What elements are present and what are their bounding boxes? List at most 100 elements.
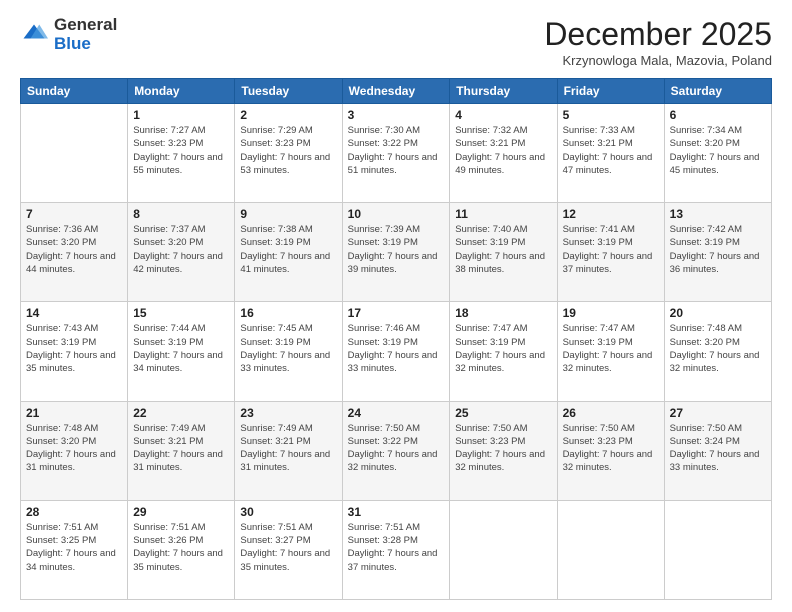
- logo-blue: Blue: [54, 35, 117, 54]
- daylight: Daylight: 7 hours and 35 minutes.: [133, 548, 223, 572]
- calendar-cell: [450, 500, 557, 599]
- day-info: Sunrise: 7:40 AM Sunset: 3:19 PM Dayligh…: [455, 223, 551, 276]
- day-number: 7: [26, 207, 122, 221]
- sunrise: Sunrise: 7:50 AM: [455, 423, 527, 434]
- day-number: 13: [670, 207, 766, 221]
- daylight: Daylight: 7 hours and 37 minutes.: [348, 548, 438, 572]
- calendar-cell: 5 Sunrise: 7:33 AM Sunset: 3:21 PM Dayli…: [557, 104, 664, 203]
- daylight: Daylight: 7 hours and 32 minutes.: [455, 350, 545, 374]
- calendar-week-row: 7 Sunrise: 7:36 AM Sunset: 3:20 PM Dayli…: [21, 203, 772, 302]
- sunset: Sunset: 3:26 PM: [133, 535, 203, 546]
- day-number: 14: [26, 306, 122, 320]
- day-number: 17: [348, 306, 445, 320]
- calendar-cell: 22 Sunrise: 7:49 AM Sunset: 3:21 PM Dayl…: [128, 401, 235, 500]
- calendar-cell: 19 Sunrise: 7:47 AM Sunset: 3:19 PM Dayl…: [557, 302, 664, 401]
- calendar-cell: 3 Sunrise: 7:30 AM Sunset: 3:22 PM Dayli…: [342, 104, 450, 203]
- day-number: 20: [670, 306, 766, 320]
- sunset: Sunset: 3:21 PM: [240, 436, 310, 447]
- sunrise: Sunrise: 7:42 AM: [670, 224, 742, 235]
- daylight: Daylight: 7 hours and 33 minutes.: [348, 350, 438, 374]
- sunrise: Sunrise: 7:37 AM: [133, 224, 205, 235]
- calendar-cell: 10 Sunrise: 7:39 AM Sunset: 3:19 PM Dayl…: [342, 203, 450, 302]
- calendar-cell: 29 Sunrise: 7:51 AM Sunset: 3:26 PM Dayl…: [128, 500, 235, 599]
- day-number: 30: [240, 505, 336, 519]
- daylight: Daylight: 7 hours and 34 minutes.: [26, 548, 116, 572]
- daylight: Daylight: 7 hours and 39 minutes.: [348, 251, 438, 275]
- day-number: 11: [455, 207, 551, 221]
- sunrise: Sunrise: 7:27 AM: [133, 125, 205, 136]
- col-thursday: Thursday: [450, 79, 557, 104]
- day-info: Sunrise: 7:51 AM Sunset: 3:28 PM Dayligh…: [348, 521, 445, 574]
- daylight: Daylight: 7 hours and 38 minutes.: [455, 251, 545, 275]
- calendar-cell: 4 Sunrise: 7:32 AM Sunset: 3:21 PM Dayli…: [450, 104, 557, 203]
- sunset: Sunset: 3:19 PM: [455, 337, 525, 348]
- day-info: Sunrise: 7:30 AM Sunset: 3:22 PM Dayligh…: [348, 124, 445, 177]
- sunset: Sunset: 3:22 PM: [348, 436, 418, 447]
- sunset: Sunset: 3:19 PM: [348, 337, 418, 348]
- sunset: Sunset: 3:22 PM: [348, 138, 418, 149]
- day-info: Sunrise: 7:50 AM Sunset: 3:23 PM Dayligh…: [563, 422, 659, 475]
- sunset: Sunset: 3:23 PM: [455, 436, 525, 447]
- day-info: Sunrise: 7:43 AM Sunset: 3:19 PM Dayligh…: [26, 322, 122, 375]
- calendar-cell: [21, 104, 128, 203]
- daylight: Daylight: 7 hours and 32 minutes.: [670, 350, 760, 374]
- sunset: Sunset: 3:27 PM: [240, 535, 310, 546]
- daylight: Daylight: 7 hours and 45 minutes.: [670, 152, 760, 176]
- logo: General Blue: [20, 16, 117, 53]
- calendar-cell: 21 Sunrise: 7:48 AM Sunset: 3:20 PM Dayl…: [21, 401, 128, 500]
- calendar-week-row: 14 Sunrise: 7:43 AM Sunset: 3:19 PM Dayl…: [21, 302, 772, 401]
- calendar-cell: 1 Sunrise: 7:27 AM Sunset: 3:23 PM Dayli…: [128, 104, 235, 203]
- day-number: 31: [348, 505, 445, 519]
- calendar-cell: 9 Sunrise: 7:38 AM Sunset: 3:19 PM Dayli…: [235, 203, 342, 302]
- calendar-table: Sunday Monday Tuesday Wednesday Thursday…: [20, 78, 772, 600]
- day-info: Sunrise: 7:48 AM Sunset: 3:20 PM Dayligh…: [26, 422, 122, 475]
- day-number: 24: [348, 406, 445, 420]
- day-info: Sunrise: 7:50 AM Sunset: 3:22 PM Dayligh…: [348, 422, 445, 475]
- location-subtitle: Krzynowloga Mala, Mazovia, Poland: [544, 53, 772, 68]
- daylight: Daylight: 7 hours and 37 minutes.: [563, 251, 653, 275]
- sunset: Sunset: 3:19 PM: [670, 237, 740, 248]
- day-info: Sunrise: 7:34 AM Sunset: 3:20 PM Dayligh…: [670, 124, 766, 177]
- day-info: Sunrise: 7:41 AM Sunset: 3:19 PM Dayligh…: [563, 223, 659, 276]
- logo-text: General Blue: [54, 16, 117, 53]
- calendar-cell: 17 Sunrise: 7:46 AM Sunset: 3:19 PM Dayl…: [342, 302, 450, 401]
- calendar-cell: 16 Sunrise: 7:45 AM Sunset: 3:19 PM Dayl…: [235, 302, 342, 401]
- day-number: 22: [133, 406, 229, 420]
- day-number: 4: [455, 108, 551, 122]
- sunset: Sunset: 3:19 PM: [133, 337, 203, 348]
- sunrise: Sunrise: 7:34 AM: [670, 125, 742, 136]
- daylight: Daylight: 7 hours and 51 minutes.: [348, 152, 438, 176]
- calendar-header-row: Sunday Monday Tuesday Wednesday Thursday…: [21, 79, 772, 104]
- sunset: Sunset: 3:21 PM: [455, 138, 525, 149]
- sunrise: Sunrise: 7:44 AM: [133, 323, 205, 334]
- day-info: Sunrise: 7:49 AM Sunset: 3:21 PM Dayligh…: [133, 422, 229, 475]
- daylight: Daylight: 7 hours and 47 minutes.: [563, 152, 653, 176]
- col-wednesday: Wednesday: [342, 79, 450, 104]
- sunset: Sunset: 3:19 PM: [26, 337, 96, 348]
- day-info: Sunrise: 7:51 AM Sunset: 3:26 PM Dayligh…: [133, 521, 229, 574]
- daylight: Daylight: 7 hours and 44 minutes.: [26, 251, 116, 275]
- sunset: Sunset: 3:23 PM: [563, 436, 633, 447]
- daylight: Daylight: 7 hours and 32 minutes.: [563, 350, 653, 374]
- day-number: 3: [348, 108, 445, 122]
- calendar-body: 1 Sunrise: 7:27 AM Sunset: 3:23 PM Dayli…: [21, 104, 772, 600]
- col-saturday: Saturday: [664, 79, 771, 104]
- sunset: Sunset: 3:20 PM: [26, 237, 96, 248]
- day-number: 28: [26, 505, 122, 519]
- calendar-cell: 8 Sunrise: 7:37 AM Sunset: 3:20 PM Dayli…: [128, 203, 235, 302]
- day-number: 26: [563, 406, 659, 420]
- day-info: Sunrise: 7:39 AM Sunset: 3:19 PM Dayligh…: [348, 223, 445, 276]
- calendar-cell: [664, 500, 771, 599]
- sunrise: Sunrise: 7:47 AM: [563, 323, 635, 334]
- day-info: Sunrise: 7:47 AM Sunset: 3:19 PM Dayligh…: [455, 322, 551, 375]
- daylight: Daylight: 7 hours and 31 minutes.: [133, 449, 223, 473]
- day-info: Sunrise: 7:29 AM Sunset: 3:23 PM Dayligh…: [240, 124, 336, 177]
- col-friday: Friday: [557, 79, 664, 104]
- sunset: Sunset: 3:25 PM: [26, 535, 96, 546]
- day-info: Sunrise: 7:42 AM Sunset: 3:19 PM Dayligh…: [670, 223, 766, 276]
- calendar-cell: 15 Sunrise: 7:44 AM Sunset: 3:19 PM Dayl…: [128, 302, 235, 401]
- sunset: Sunset: 3:23 PM: [133, 138, 203, 149]
- calendar-cell: 14 Sunrise: 7:43 AM Sunset: 3:19 PM Dayl…: [21, 302, 128, 401]
- calendar-cell: 30 Sunrise: 7:51 AM Sunset: 3:27 PM Dayl…: [235, 500, 342, 599]
- calendar-cell: 12 Sunrise: 7:41 AM Sunset: 3:19 PM Dayl…: [557, 203, 664, 302]
